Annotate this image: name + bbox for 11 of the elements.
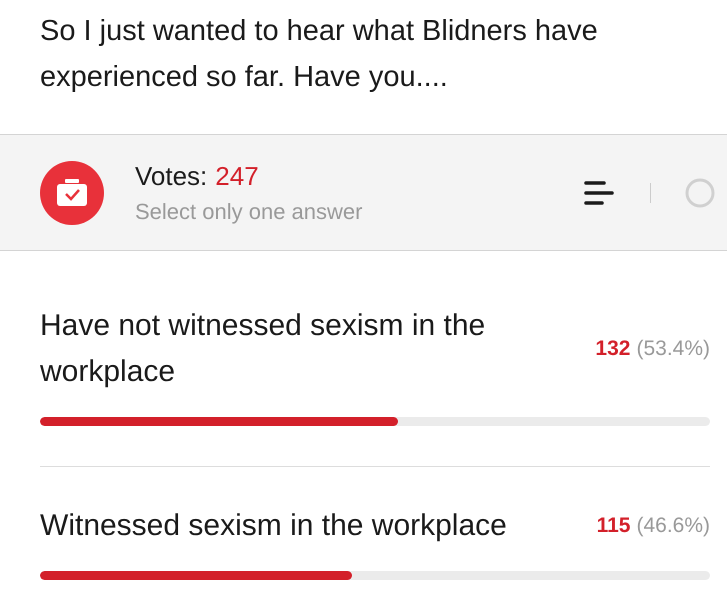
votes-label: Votes:	[135, 160, 208, 190]
vote-count: 132	[595, 336, 630, 362]
option-label: Witnessed sexism in the workplace	[40, 508, 508, 544]
vote-count: 115	[596, 513, 630, 540]
menu-icon[interactable]	[584, 180, 614, 204]
instruction-text: Select only one answer	[135, 198, 362, 224]
vote-percent: (53.4%)	[636, 336, 710, 362]
option-label: Have not witnessed sexism in the workplace	[40, 308, 486, 390]
vote-percent: (46.6%)	[636, 513, 710, 540]
post-text: So I just wanted to hear what Blidners have experienced so far. Have you....	[40, 14, 599, 95]
votes-count: 247	[215, 160, 259, 190]
